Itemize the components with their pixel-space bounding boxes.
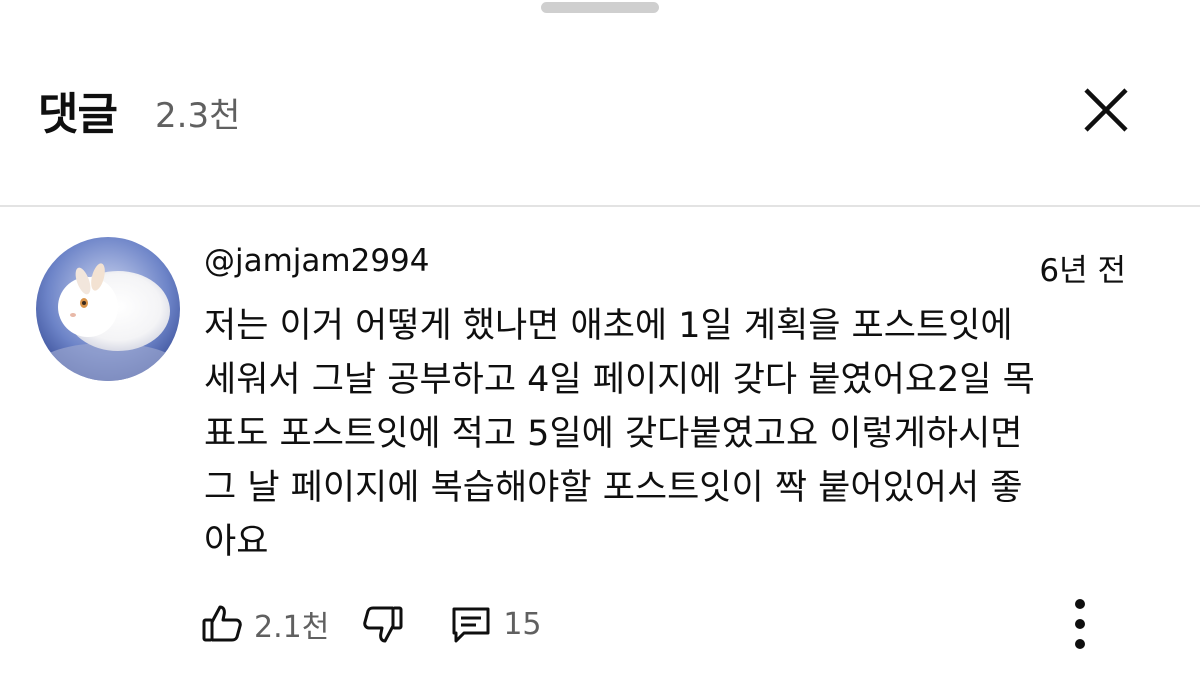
comments-header: 댓글 2.3천 xyxy=(0,0,1200,207)
like-count: 2.1천 xyxy=(254,610,330,645)
comments-sheet: 댓글 2.3천 @jamjam2994 6년 전 저는 이거 어떻게 했나면 애… xyxy=(0,0,1200,681)
comment-timestamp: 6년 전 xyxy=(1039,253,1126,289)
close-icon xyxy=(1084,88,1128,132)
comment-icon xyxy=(452,607,490,643)
comments-title: 댓글 xyxy=(38,89,118,140)
comment-author[interactable]: @jamjam2994 xyxy=(204,243,430,279)
comments-count: 2.3천 xyxy=(155,96,241,136)
reply-button[interactable] xyxy=(447,600,495,648)
reply-count: 15 xyxy=(503,606,542,642)
comment-item: @jamjam2994 6년 전 저는 이거 어떻게 했나면 애초에 1일 계획… xyxy=(0,207,1200,681)
thumbs-down-icon xyxy=(363,606,403,643)
more-options-button[interactable] xyxy=(1058,597,1102,651)
close-button[interactable] xyxy=(1076,80,1136,140)
thumbs-up-icon xyxy=(202,605,242,642)
more-vertical-icon xyxy=(1075,599,1085,649)
comment-text: 저는 이거 어떻게 했나면 애초에 1일 계획을 포스트잇에 세워서 그날 공부… xyxy=(204,306,1035,562)
avatar[interactable] xyxy=(36,237,180,381)
comment-actions: 2.1천 15 xyxy=(198,599,542,649)
dislike-button[interactable] xyxy=(359,600,407,648)
like-button[interactable] xyxy=(198,600,246,648)
